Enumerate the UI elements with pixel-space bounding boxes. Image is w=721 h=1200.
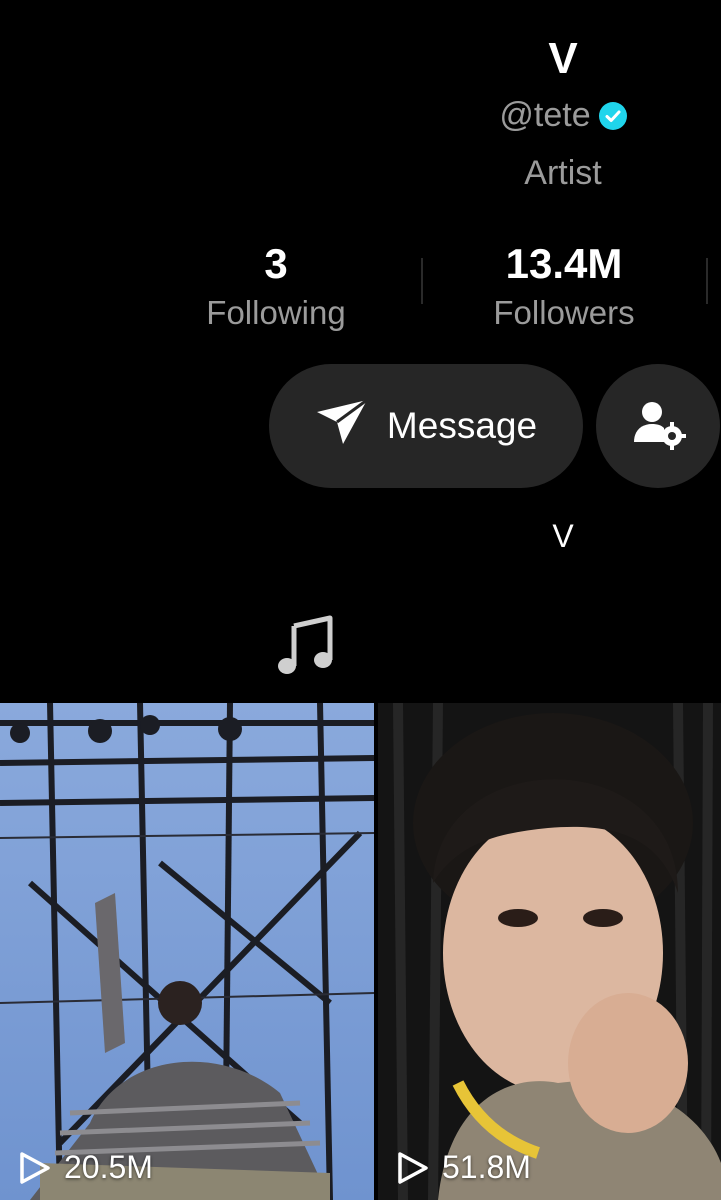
- message-button[interactable]: Message: [269, 364, 583, 488]
- profile-category: Artist: [524, 154, 602, 192]
- video-thumbnail[interactable]: 20.5M: [0, 703, 374, 1200]
- view-count: 51.8M: [396, 1149, 531, 1186]
- view-count-text: 51.8M: [442, 1149, 531, 1185]
- profile-name: V: [548, 34, 578, 83]
- view-count: 20.5M: [18, 1149, 153, 1186]
- play-icon: [398, 1151, 428, 1184]
- following-stat[interactable]: 3 Following: [176, 240, 376, 332]
- stat-divider: [421, 258, 423, 304]
- verified-badge-icon: [598, 101, 627, 130]
- message-label: Message: [386, 405, 538, 446]
- followers-label: Followers: [493, 294, 635, 331]
- followers-count: 13.4M: [505, 240, 623, 287]
- play-icon: [20, 1151, 50, 1184]
- profile-bio: V: [552, 518, 574, 554]
- send-icon: [315, 398, 369, 455]
- user-settings-icon: [630, 396, 686, 457]
- followers-stat[interactable]: 13.4M Followers: [444, 240, 684, 332]
- handle-row: @tete: [463, 96, 663, 135]
- view-count-text: 20.5M: [64, 1149, 153, 1185]
- music-note-icon[interactable]: [276, 614, 334, 676]
- following-label: Following: [206, 294, 346, 331]
- concert-stage-image: [0, 703, 374, 1200]
- profile-settings-button[interactable]: [596, 364, 720, 488]
- portrait-image: [378, 703, 721, 1200]
- profile-handle: @tete: [499, 96, 591, 134]
- video-thumbnail[interactable]: 51.8M: [378, 703, 721, 1200]
- stat-divider: [706, 258, 708, 304]
- following-count: 3: [264, 240, 288, 287]
